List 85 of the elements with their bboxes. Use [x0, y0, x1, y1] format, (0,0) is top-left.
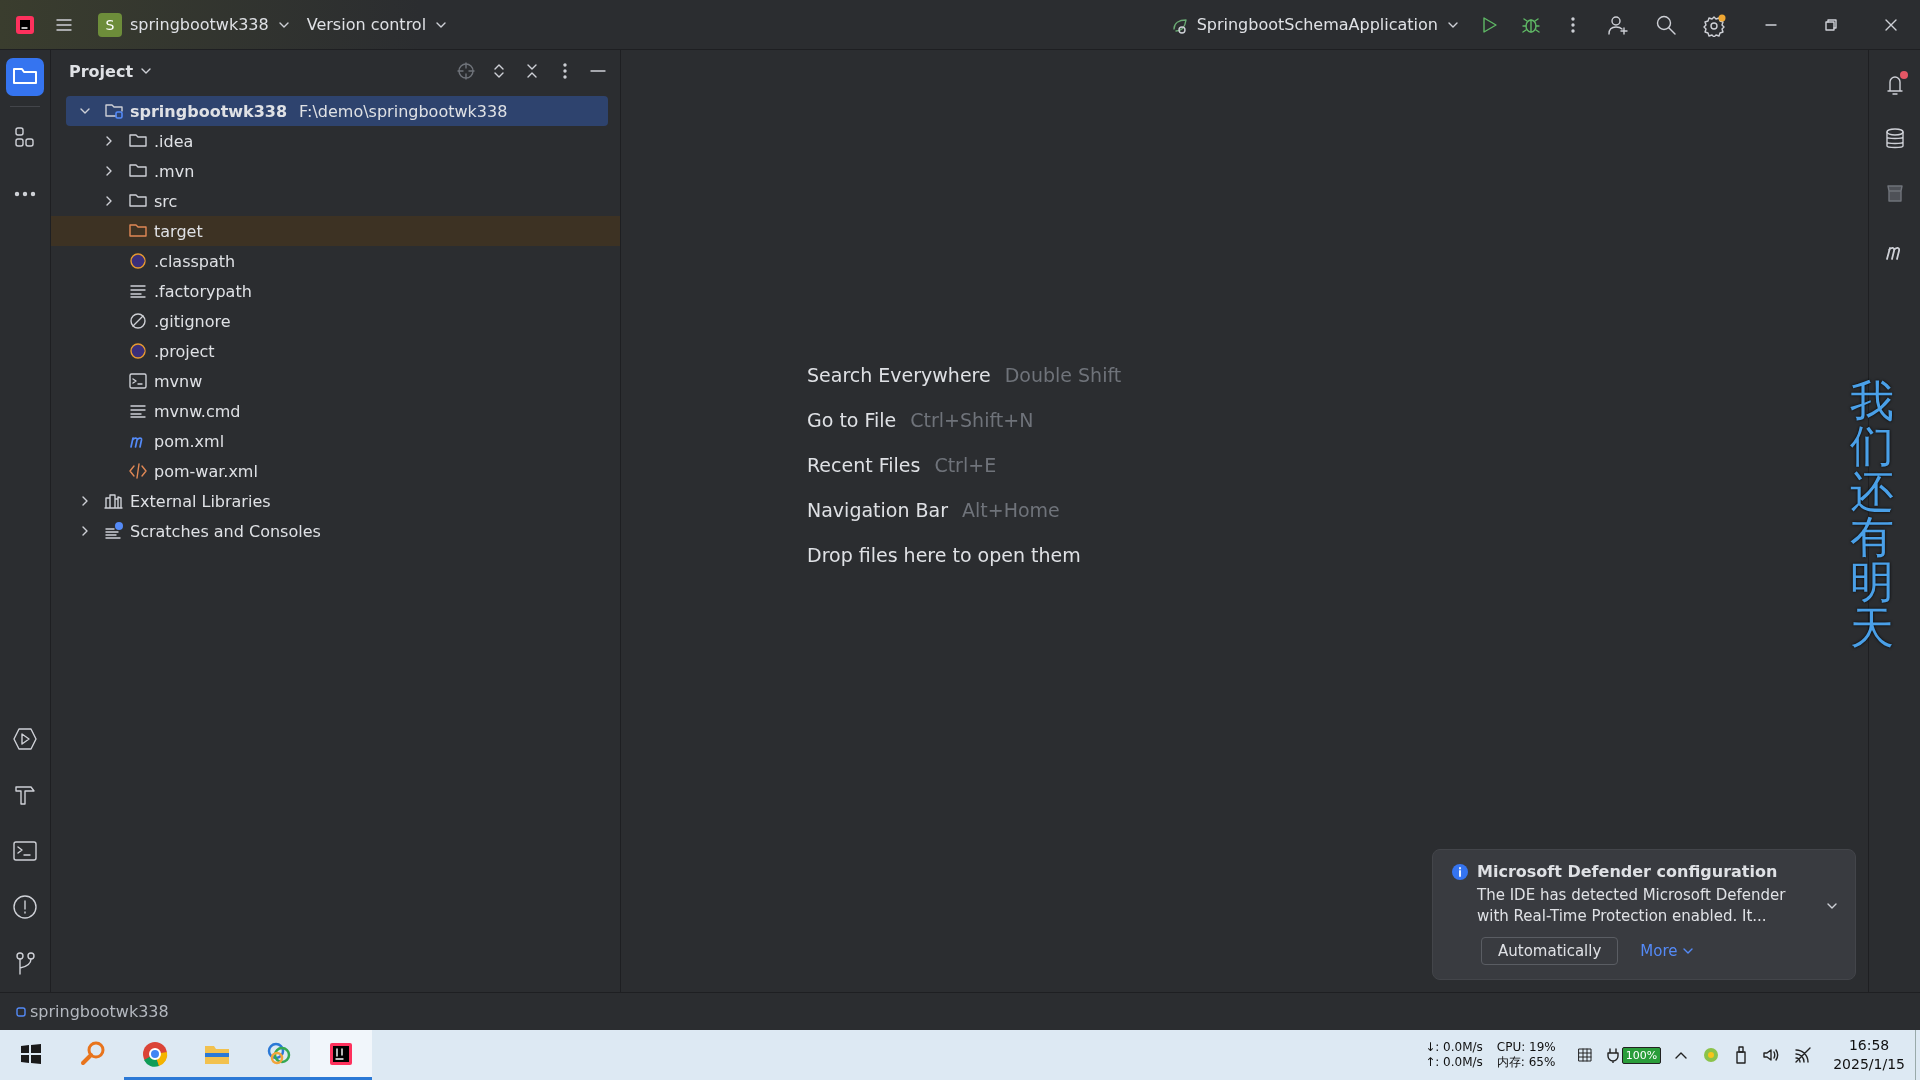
clock-time[interactable]: 16:58: [1848, 1036, 1890, 1055]
breadcrumb[interactable]: springbootwk338: [16, 1002, 169, 1021]
panel-title: Project: [69, 61, 134, 81]
tree-item[interactable]: .project: [66, 336, 608, 366]
notification-message: The IDE has detected Microsoft Defender with Real-Time Protection enabled. It...: [1477, 885, 1787, 927]
run-config-name: SpringbootSchemaApplication: [1196, 15, 1438, 34]
hint-action: Recent Files: [807, 453, 921, 478]
hint-action: Search Everywhere: [807, 363, 991, 388]
desktop-lyrics: 我们还有明天: [1850, 378, 1894, 650]
tree-item[interactable]: .idea: [66, 126, 608, 156]
item-name: .idea: [154, 131, 194, 151]
item-name: mvnw: [154, 371, 203, 391]
code-file-icon: [128, 461, 148, 481]
hint-action: Navigation Bar: [807, 498, 948, 523]
speaker-icon[interactable]: [1762, 1046, 1781, 1064]
tree-item[interactable]: pom.xml: [66, 426, 608, 456]
item-name: mvnw.cmd: [154, 401, 241, 421]
scratches-icon: [104, 521, 124, 541]
run-config-selector[interactable]: SpringbootSchemaApplication: [1162, 11, 1468, 38]
item-name: Scratches and Consoles: [130, 521, 321, 541]
ignore-file-icon: [128, 311, 148, 331]
usb-drive-icon[interactable]: [1734, 1046, 1749, 1064]
battery-level: 100%: [1621, 1046, 1662, 1064]
hint-shortcut: Ctrl+E: [934, 453, 997, 478]
notification-title: Microsoft Defender configuration: [1477, 862, 1778, 881]
download-speed: ↓: 0.0M/s: [1425, 1040, 1483, 1055]
tree-item[interactable]: src: [66, 186, 608, 216]
eclipse-icon: [128, 341, 148, 361]
settings-icon[interactable]: [1703, 12, 1727, 37]
project-selector[interactable]: S springbootwk338: [90, 8, 299, 41]
module-icon: [16, 1006, 26, 1017]
tree-item[interactable]: .classpath: [66, 246, 608, 276]
battery-indicator[interactable]: 100%: [1605, 1046, 1662, 1064]
hint-shortcut: Alt+Home: [962, 498, 1060, 523]
cpu-usage: CPU: 19%: [1496, 1040, 1556, 1055]
item-name: src: [154, 191, 178, 211]
item-name: .mvn: [154, 161, 195, 181]
plug-icon: [1605, 1047, 1620, 1063]
folder-icon[interactable]: [6, 58, 44, 96]
vcs-selector[interactable]: Version control: [298, 11, 457, 38]
panel-title-dropdown[interactable]: Project: [61, 57, 162, 85]
item-name: springbootwk338: [130, 101, 288, 121]
item-path: F:\demo\springbootwk338: [299, 101, 508, 121]
item-name: pom.xml: [154, 431, 225, 451]
item-name: .project: [154, 341, 215, 361]
keyboard-icon[interactable]: [1576, 1047, 1593, 1063]
item-name: .factorypath: [154, 281, 252, 301]
tree-item[interactable]: External Libraries: [66, 486, 608, 516]
search-icon[interactable]: [1655, 13, 1677, 36]
hint-action: Drop files here to open them: [807, 543, 1081, 568]
hint-shortcut: Ctrl+Shift+N: [910, 408, 1034, 433]
restore-icon[interactable]: [1824, 17, 1838, 32]
library-icon: [104, 491, 124, 511]
eclipse-icon: [128, 251, 148, 271]
tree-item[interactable]: mvnw: [66, 366, 608, 396]
item-name: target: [154, 221, 203, 241]
tree-item[interactable]: .gitignore: [66, 306, 608, 336]
tree-item[interactable]: springbootwk338 F:\demo\springbootwk338: [66, 96, 608, 126]
clock-date[interactable]: 2025/1/15: [1833, 1055, 1905, 1074]
item-name: .classpath: [154, 251, 236, 271]
memory-usage: 内存: 65%: [1496, 1055, 1556, 1070]
close-icon[interactable]: [1884, 17, 1898, 32]
app-logo-icon[interactable]: [14, 13, 36, 36]
folder-icon: [104, 101, 124, 121]
tree-item[interactable]: .factorypath: [66, 276, 608, 306]
tree-item[interactable]: Scratches and Consoles: [66, 516, 608, 546]
project-name: springbootwk338: [130, 15, 269, 34]
item-name: .gitignore: [154, 311, 231, 331]
upload-speed: ↑: 0.0M/s: [1425, 1055, 1483, 1070]
project-badge: S: [98, 12, 122, 37]
hint-action: Go to File: [807, 408, 897, 433]
hint-shortcut: Double Shift: [1004, 363, 1122, 388]
tree-item[interactable]: .mvn: [66, 156, 608, 186]
tree-item[interactable]: mvnw.cmd: [66, 396, 608, 426]
taskbar-app[interactable]: [310, 1030, 372, 1080]
tree-item[interactable]: pom-war.xml: [66, 456, 608, 486]
item-name: pom-war.xml: [154, 461, 258, 481]
item-name: External Libraries: [130, 491, 271, 511]
vcs-label: Version control: [306, 15, 427, 34]
info-icon: [1451, 862, 1469, 881]
locate-icon[interactable]: [456, 61, 476, 81]
wifi-icon[interactable]: [1794, 1046, 1813, 1064]
automatically-button[interactable]: Automatically: [1481, 937, 1619, 965]
add-user-icon[interactable]: [1607, 13, 1629, 36]
terminal-icon: [128, 371, 148, 391]
